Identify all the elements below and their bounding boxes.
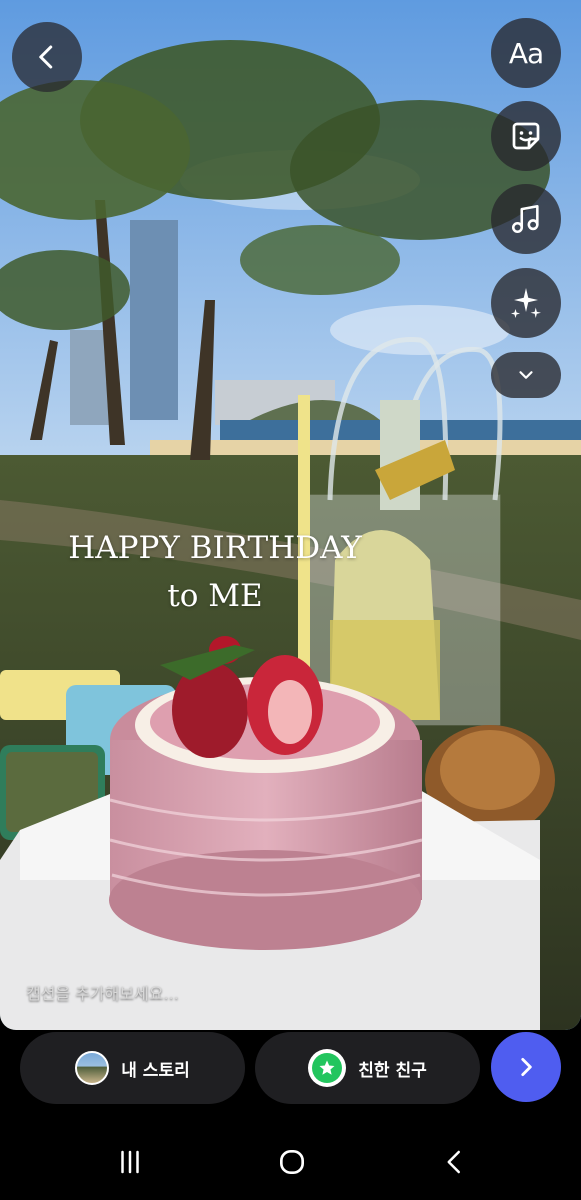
home-icon bbox=[280, 1150, 304, 1174]
close-friends-label: 친한 친구 bbox=[358, 1060, 427, 1081]
sticker-icon bbox=[512, 122, 540, 150]
back-arrow-icon bbox=[447, 1150, 460, 1174]
text-tool-button[interactable]: Aa bbox=[491, 18, 561, 88]
story-text-line1[interactable]: HAPPY BIRTHDAY bbox=[0, 530, 430, 566]
effects-tool-button[interactable] bbox=[491, 268, 561, 338]
close-friends-button[interactable]: 친한 친구 bbox=[255, 1032, 480, 1104]
story-text-line2[interactable]: to ME bbox=[0, 578, 430, 614]
text-tool-label: Aa bbox=[508, 36, 544, 70]
story-canvas[interactable]: Aa HAPPY BIRTHDAY to ME 캡션을 추가해보세요... bbox=[0, 0, 581, 1030]
chevron-right-icon bbox=[521, 1058, 532, 1076]
star-icon bbox=[319, 1060, 335, 1075]
sticker-tool-button[interactable] bbox=[491, 101, 561, 171]
system-back-button[interactable] bbox=[433, 1140, 477, 1184]
music-tool-button[interactable] bbox=[491, 184, 561, 254]
sparkles-icon bbox=[511, 288, 541, 318]
next-button[interactable] bbox=[491, 1032, 561, 1102]
caption-input[interactable]: 캡션을 추가해보세요... bbox=[26, 980, 179, 1004]
chevron-down-icon bbox=[519, 371, 533, 379]
my-story-button[interactable]: 내 스토리 bbox=[20, 1032, 245, 1104]
home-button[interactable] bbox=[270, 1140, 314, 1184]
avatar bbox=[75, 1051, 110, 1085]
chevron-left-icon bbox=[39, 45, 53, 69]
recent-apps-icon bbox=[121, 1150, 139, 1174]
back-button[interactable] bbox=[12, 22, 82, 92]
close-friends-badge bbox=[308, 1049, 347, 1087]
recent-apps-button[interactable] bbox=[108, 1140, 152, 1184]
music-note-icon bbox=[511, 204, 539, 234]
story-photo bbox=[0, 0, 581, 1030]
my-story-label: 내 스토리 bbox=[121, 1060, 190, 1081]
more-tools-button[interactable] bbox=[491, 352, 561, 398]
